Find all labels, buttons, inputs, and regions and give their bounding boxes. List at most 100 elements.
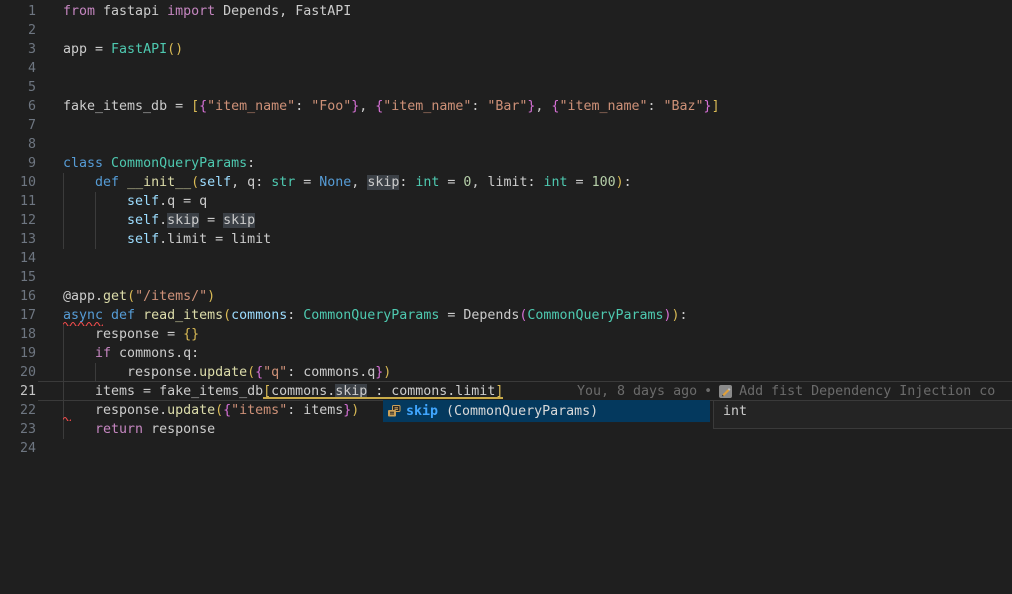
code-token: { [255,365,263,380]
code-token: if [95,346,111,361]
suggest-item-skip[interactable]: skip (CommonQueryParams) [383,400,710,422]
code-token: ) [672,308,680,323]
code-token: skip [167,213,199,228]
code-token: } [704,99,712,114]
code-token: ) [207,289,215,304]
line-number[interactable]: 7 [0,116,36,135]
code-line-1[interactable]: 1 from fastapi import Depends, FastAPI [0,2,1012,21]
code-line-6[interactable]: 6 fake_items_db = [{"item_name": "Foo"}, … [0,97,1012,116]
line-number[interactable]: 9 [0,154,36,173]
code-token: = [439,175,463,190]
code-token: skip [223,213,255,228]
suggest-signature: (CommonQueryParams) [446,404,598,419]
code-token: class [63,156,103,171]
code-token: ) [664,308,672,323]
line-number[interactable]: 5 [0,78,36,97]
field-icon [386,403,402,419]
code-token: "Foo" [311,99,351,114]
code-token: ] [712,99,720,114]
code-token: response. [63,365,199,380]
code-token: , [359,99,375,114]
code-line-3[interactable]: 3app = FastAPI() [0,40,1012,59]
code-line-12[interactable]: 12 self.skip = skip [0,211,1012,230]
code-token: FastAPI [111,42,167,57]
line-number[interactable]: 11 [0,192,36,211]
line-number[interactable]: 1 [0,2,36,21]
code-line-11[interactable]: 11 self.q = q [0,192,1012,211]
code-token: = [568,175,592,190]
code-editor[interactable]: 1 from fastapi import Depends, FastAPI 23a… [0,0,1012,594]
code-line-8[interactable]: 8 [0,135,1012,154]
code-text: from fastapi import Depends, FastAPI [63,2,351,21]
code-text: if commons.q: [63,344,199,363]
code-token: : [247,156,255,171]
code-token: fastapi [95,4,167,19]
line-number[interactable]: 14 [0,249,36,268]
line-number[interactable]: 3 [0,40,36,59]
line-number[interactable]: 23 [0,420,36,439]
code-line-24[interactable]: 24 [0,439,1012,458]
line-number[interactable]: 2 [0,21,36,40]
code-token: read_items [143,308,223,323]
line-number[interactable]: 12 [0,211,36,230]
code-token: CommonQueryParams [111,156,247,171]
code-token: __init__ [127,175,191,190]
pencil-icon [719,385,732,398]
code-token: fake_items_db = [63,99,191,114]
line-number[interactable]: 18 [0,325,36,344]
line-number[interactable]: 16 [0,287,36,306]
code-token: { [223,403,231,418]
line-number[interactable]: 8 [0,135,36,154]
code-line-10[interactable]: 10 def __init__(self, q: str = None, ski… [0,173,1012,192]
blame-author-age: You, 8 days ago [577,382,697,401]
line-number[interactable]: 22 [0,401,36,420]
line-number[interactable]: 13 [0,230,36,249]
code-token: , [351,175,367,190]
line-number[interactable]: 17 [0,306,36,325]
code-line-5[interactable]: 5 [0,78,1012,97]
code-token: "item_name" [559,99,647,114]
code-token: 100 [592,175,616,190]
code-token: from [63,4,95,19]
code-line-19[interactable]: 19 if commons.q: [0,344,1012,363]
code-token: "Baz" [664,99,704,114]
code-line-18[interactable]: 18 response = {} [0,325,1012,344]
code-text: class CommonQueryParams: [63,154,255,173]
code-line-4[interactable]: 4 [0,59,1012,78]
code-text: fake_items_db = [{"item_name": "Foo"}, {… [63,97,720,116]
code-line-9[interactable]: 9 class CommonQueryParams: [0,154,1012,173]
code-token: ( [215,403,223,418]
code-text: return response [63,420,215,439]
line-number[interactable]: 4 [0,59,36,78]
code-token: : commons.q [287,365,375,380]
line-number[interactable]: 15 [0,268,36,287]
code-line-2[interactable]: 2 [0,21,1012,40]
code-line-15[interactable]: 15 [0,268,1012,287]
code-token: "/items/" [135,289,207,304]
code-line-7[interactable]: 7 [0,116,1012,135]
code-token: def [95,175,119,190]
code-line-17[interactable]: 17async def read_items(commons: CommonQu… [0,306,1012,325]
code-line-20[interactable]: 20 response.update({"q": commons.q}) [0,363,1012,382]
suggest-widget[interactable]: skip (CommonQueryParams) [383,400,710,423]
error-squiggle [63,321,103,326]
line-number[interactable]: 20 [0,363,36,382]
code-token: , [535,99,551,114]
code-line-13[interactable]: 13 self.limit = limit [0,230,1012,249]
code-token [119,175,127,190]
code-line-16[interactable]: 16@app.get("/items/") [0,287,1012,306]
code-token: , q: [231,175,271,190]
line-number[interactable]: 6 [0,97,36,116]
line-number[interactable]: 10 [0,173,36,192]
line-number[interactable]: 24 [0,439,36,458]
suggest-detail-type: int [723,404,747,419]
line-number[interactable]: 19 [0,344,36,363]
code-line-14[interactable]: 14 [0,249,1012,268]
code-token: self [127,232,159,247]
code-token: "item_name" [383,99,471,114]
code-token: . [159,213,167,228]
code-token: commons [231,308,287,323]
code-token: , limit: [471,175,543,190]
line-number[interactable]: 21 [0,382,36,401]
code-token: response. [63,403,167,418]
